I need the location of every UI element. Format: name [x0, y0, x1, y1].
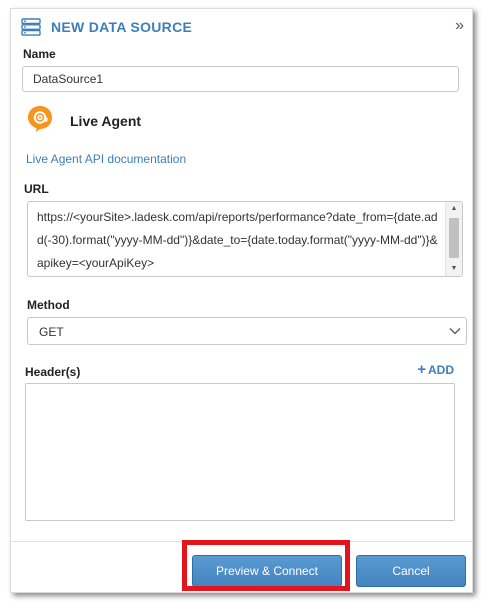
- cancel-button[interactable]: Cancel: [356, 555, 466, 587]
- scroll-thumb[interactable]: [449, 218, 459, 258]
- method-label: Method: [27, 298, 70, 312]
- url-textarea[interactable]: https://<yourSite>.ladesk.com/api/report…: [27, 201, 463, 277]
- method-selected-value: GET: [39, 325, 64, 339]
- name-input[interactable]: [22, 66, 459, 92]
- live-agent-logo: [28, 106, 52, 132]
- name-label: Name: [23, 47, 56, 61]
- panel-title: NEW DATA SOURCE: [51, 19, 193, 35]
- scroll-up-arrow-icon[interactable]: ▲: [446, 202, 462, 216]
- chevron-down-icon: [449, 328, 461, 335]
- url-scrollbar[interactable]: ▲ ▼: [445, 202, 462, 276]
- scroll-down-arrow-icon[interactable]: ▼: [446, 262, 462, 276]
- new-data-source-panel: NEW DATA SOURCE » Name Live Agent Live A…: [10, 8, 473, 593]
- url-value: https://<yourSite>.ladesk.com/api/report…: [37, 210, 438, 270]
- url-label: URL: [24, 182, 49, 196]
- plus-icon: +: [417, 361, 426, 378]
- headers-textarea[interactable]: [25, 383, 455, 521]
- collapse-panel-button[interactable]: »: [455, 17, 464, 35]
- highlight-box: [182, 540, 350, 591]
- add-header-button[interactable]: + ADD: [417, 361, 454, 378]
- add-header-label: ADD: [428, 363, 454, 377]
- headers-label: Header(s): [25, 365, 81, 379]
- method-select[interactable]: GET: [27, 317, 467, 345]
- database-icon: [21, 18, 41, 36]
- panel-header: NEW DATA SOURCE »: [11, 9, 472, 43]
- connector-name: Live Agent: [70, 113, 142, 129]
- api-documentation-link[interactable]: Live Agent API documentation: [26, 152, 186, 166]
